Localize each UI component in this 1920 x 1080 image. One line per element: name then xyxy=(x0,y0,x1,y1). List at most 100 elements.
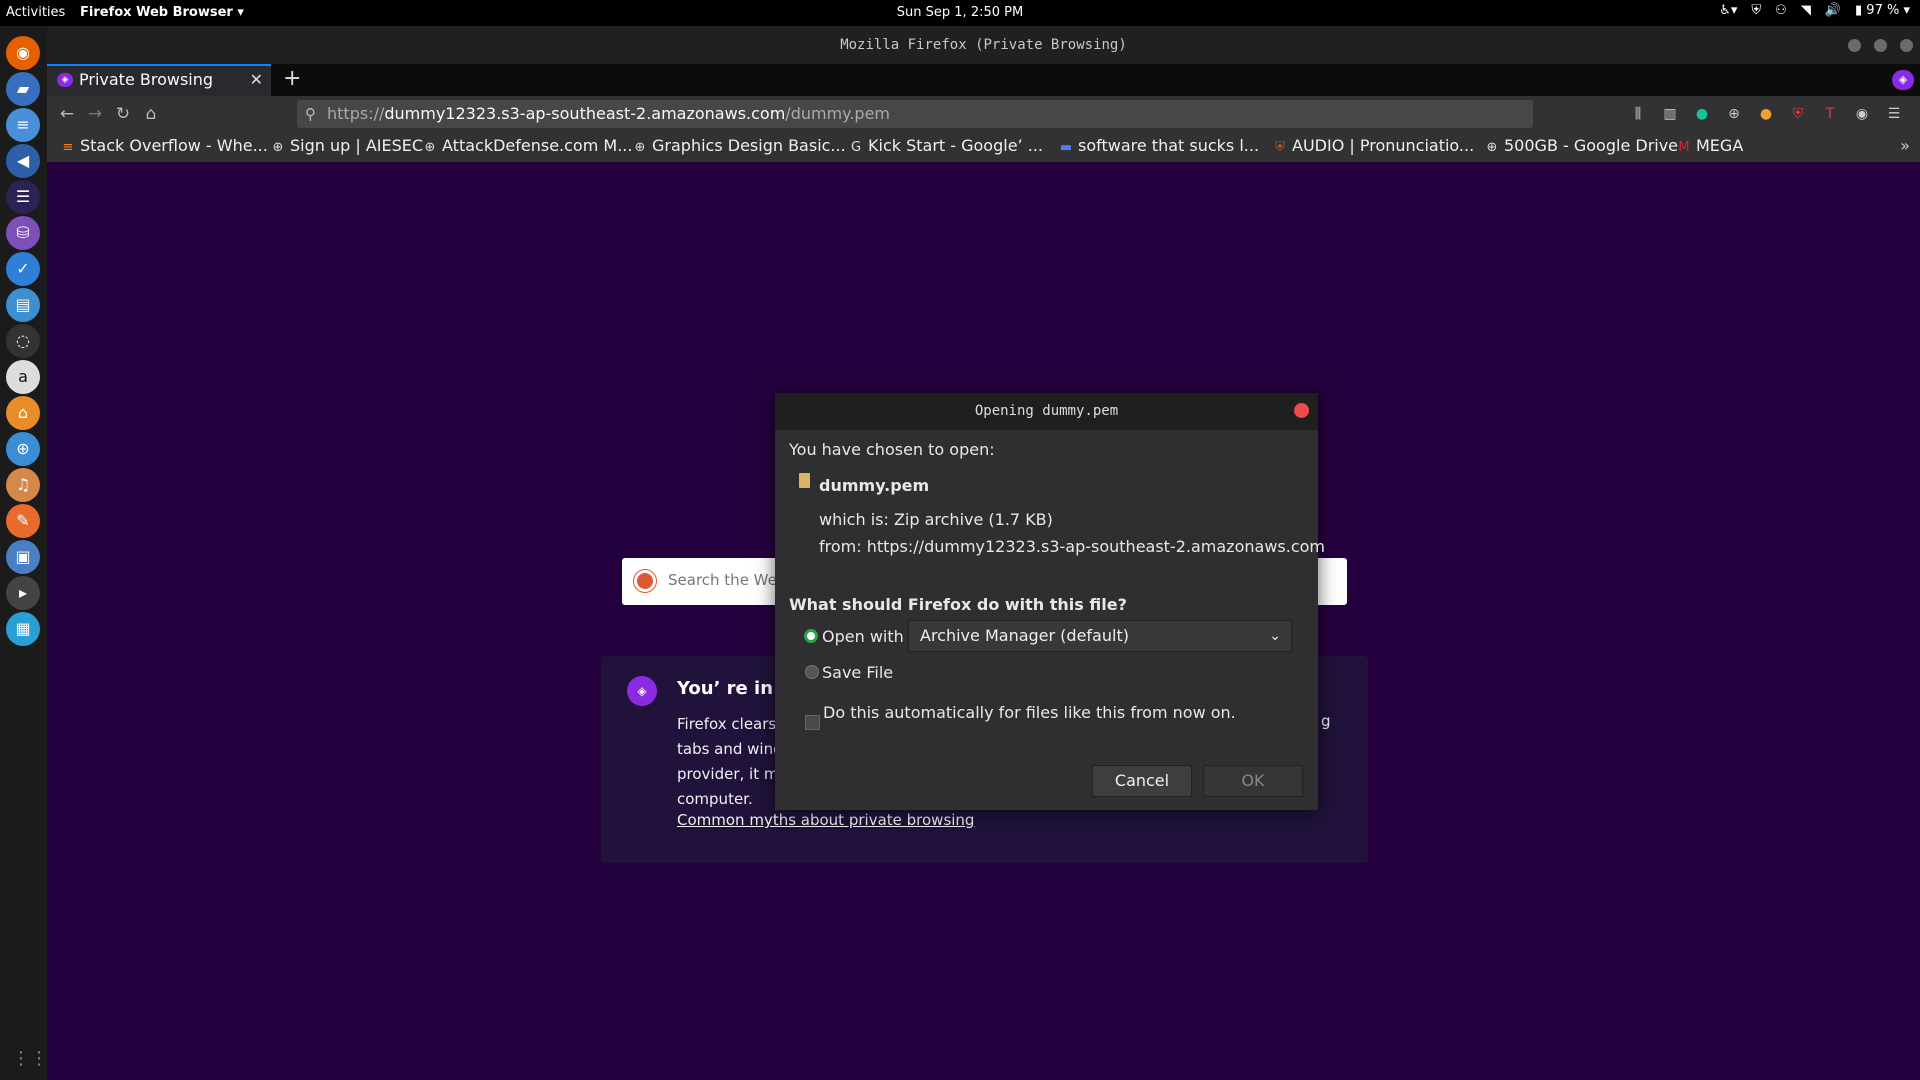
home-icon[interactable]: ⌂ xyxy=(139,102,163,126)
reload-icon[interactable]: ↻ xyxy=(111,102,135,126)
bookmark-item[interactable]: M MEGA xyxy=(1677,136,1743,155)
file-type: which is: Zip archive (1.7 KB) xyxy=(819,510,1053,529)
grammarly-icon[interactable]: ● xyxy=(1691,103,1713,125)
bookmark-item[interactable]: ⊕ AttackDefense.com M... xyxy=(423,136,633,155)
window-titlebar: Mozilla Firefox (Private Browsing) xyxy=(47,26,1920,64)
search-placeholder: Search the Web xyxy=(668,571,787,589)
software-center-icon[interactable]: ⌂ xyxy=(6,396,40,430)
bookmark-label: software that sucks l... xyxy=(1078,136,1260,155)
tasks-icon[interactable]: ✓ xyxy=(6,252,40,286)
menu-icon[interactable]: ☰ xyxy=(1883,103,1905,125)
bookmark-item[interactable]: G Kick Start - Google’ ... xyxy=(849,136,1043,155)
auto-label[interactable]: Do this automatically for files like thi… xyxy=(823,703,1236,722)
open-with-radio[interactable] xyxy=(804,629,818,643)
open-with-label[interactable]: Open with xyxy=(822,627,904,646)
files-icon[interactable]: ▰ xyxy=(6,72,40,106)
bookmark-label: Sign up | AIESEC xyxy=(290,136,424,155)
text-editor-icon[interactable]: ≡ xyxy=(6,108,40,142)
globe-icon: ⊕ xyxy=(424,140,436,155)
save-file-label[interactable]: Save File xyxy=(822,663,893,682)
terminal-icon[interactable]: ▸ xyxy=(6,576,40,610)
cancel-button[interactable]: Cancel xyxy=(1092,765,1192,797)
globe-icon: ⊕ xyxy=(272,140,284,155)
activities-button[interactable]: Activities xyxy=(6,5,65,20)
bookmark-item[interactable]: ⊕ Sign up | AIESEC xyxy=(271,136,424,155)
save-file-radio[interactable] xyxy=(805,665,819,679)
globe-icon: ⊕ xyxy=(1486,140,1498,155)
coupon-extension-icon[interactable]: ● xyxy=(1755,103,1777,125)
amazon-icon[interactable]: a xyxy=(6,360,40,394)
accessibility-icon[interactable]: ♿▾ xyxy=(1719,3,1737,18)
help-icon[interactable]: ⊕ xyxy=(6,432,40,466)
database-icon[interactable]: ⛁ xyxy=(6,216,40,250)
bookmark-icon: ▬ xyxy=(1059,140,1073,155)
private-mask-icon: ◈ xyxy=(627,676,657,706)
battery-icon[interactable]: ▮ 97 % ▾ xyxy=(1855,3,1910,18)
show-applications-icon[interactable]: ⋮⋮ xyxy=(12,1048,48,1070)
google-icon: G xyxy=(850,140,862,155)
screenshot-icon[interactable]: ✎ xyxy=(6,504,40,538)
open-file-dialog: Opening dummy.pem You have chosen to ope… xyxy=(775,393,1325,810)
tab-label: Private Browsing xyxy=(79,70,214,89)
url-bar[interactable]: ⚲ https://dummy12323.s3-ap-southeast-2.am… xyxy=(297,100,1533,128)
wifi-icon[interactable]: ◥ xyxy=(1801,3,1811,18)
window-title: Mozilla Firefox (Private Browsing) xyxy=(840,37,1127,53)
auto-checkbox[interactable] xyxy=(805,715,820,730)
obs-icon[interactable]: ◌ xyxy=(6,324,40,358)
close-tab-icon[interactable]: ✕ xyxy=(250,66,263,94)
file-name: dummy.pem xyxy=(819,476,930,495)
vscode-icon[interactable]: ◀ xyxy=(6,144,40,178)
forward-icon[interactable]: → xyxy=(83,102,107,126)
sidebar-icon[interactable]: ▥ xyxy=(1659,103,1681,125)
dock: ◉ ▰ ≡ ◀ ☰ ⛁ ✓ ▤ ◌ a ⌂ ⊕ ♫ ✎ ▣ ▸ ▦ ⋮⋮ xyxy=(0,26,48,1080)
ublock-icon[interactable]: ⛨ xyxy=(1787,103,1809,125)
clock[interactable]: Sun Sep 1, 2:50 PM xyxy=(897,5,1023,20)
library-icon[interactable]: ⫼ xyxy=(1627,103,1649,125)
network-icon[interactable]: ▣ xyxy=(6,540,40,574)
more-bookmarks-icon[interactable]: » xyxy=(1900,136,1910,155)
bookmark-item[interactable]: ▬ software that sucks l... xyxy=(1059,136,1259,155)
bookmark-label: AttackDefense.com M... xyxy=(442,136,633,155)
bookmark-item[interactable]: ⊕ 500GB - Google Drive xyxy=(1485,136,1678,155)
back-icon[interactable]: ← xyxy=(55,102,79,126)
ok-button[interactable]: OK xyxy=(1203,765,1303,797)
vpn-icon[interactable]: ⚇ xyxy=(1775,3,1787,18)
system-monitor-icon[interactable]: ▦ xyxy=(6,612,40,646)
bookmark-label: Stack Overflow - Whe... xyxy=(80,136,268,155)
eclipse-icon[interactable]: ☰ xyxy=(6,180,40,214)
file-icon xyxy=(799,473,810,488)
duckduckgo-icon xyxy=(634,570,656,592)
system-tray[interactable]: ♿▾ ⛨ ⚇ ◥ 🔊 ▮ 97 % ▾ xyxy=(1719,3,1910,18)
app-menu[interactable]: Firefox Web Browser ▾ xyxy=(80,5,244,20)
bookmarks-toolbar: ≡ Stack Overflow - Whe... ⊕ Sign up | AIES… xyxy=(47,132,1920,162)
maximize-icon[interactable] xyxy=(1874,39,1887,52)
myths-link[interactable]: Common myths about private browsing xyxy=(677,811,974,829)
close-window-icon[interactable] xyxy=(1900,39,1913,52)
bookmark-item[interactable]: ≡ Stack Overflow - Whe... xyxy=(61,136,268,155)
translate-icon[interactable]: ⊕ xyxy=(1723,103,1745,125)
bookmark-item[interactable]: ⛨ AUDIO | Pronunciatio... xyxy=(1273,136,1474,155)
bookmark-label: AUDIO | Pronunciatio... xyxy=(1292,136,1475,155)
url-path: /dummy.pem xyxy=(785,104,891,123)
shield-icon[interactable]: ⛨ xyxy=(1751,3,1761,18)
private-browsing-indicator-icon: ◈ xyxy=(1892,70,1914,90)
application-select[interactable]: Archive Manager (default) ⌄ xyxy=(908,620,1292,652)
sound-icon[interactable]: ♫ xyxy=(6,468,40,502)
search-icon: ⚲ xyxy=(305,105,316,123)
minimize-icon[interactable] xyxy=(1848,39,1861,52)
remote-desktop-icon[interactable]: ▤ xyxy=(6,288,40,322)
volume-icon[interactable]: 🔊 xyxy=(1825,3,1841,18)
bookmark-item[interactable]: ⊕ Graphics Design Basic... xyxy=(633,136,846,155)
stackoverflow-icon: ≡ xyxy=(62,140,74,155)
firefox-icon[interactable]: ◉ xyxy=(6,36,40,70)
dialog-title: Opening dummy.pem xyxy=(775,393,1318,430)
battery-level: 97 % xyxy=(1866,3,1900,18)
account-icon[interactable]: ◉ xyxy=(1851,103,1873,125)
url-host: dummy12323.s3-ap-southeast-2.amazonaws.c… xyxy=(384,104,786,123)
close-dialog-icon[interactable] xyxy=(1294,403,1309,418)
tab-private-browsing[interactable]: ◈ Private Browsing ✕ xyxy=(47,64,271,96)
extension-t-icon[interactable]: T xyxy=(1819,103,1841,125)
bookmark-label: Graphics Design Basic... xyxy=(652,136,846,155)
new-tab-button[interactable]: + xyxy=(283,64,301,94)
selected-application: Archive Manager (default) xyxy=(920,626,1129,645)
